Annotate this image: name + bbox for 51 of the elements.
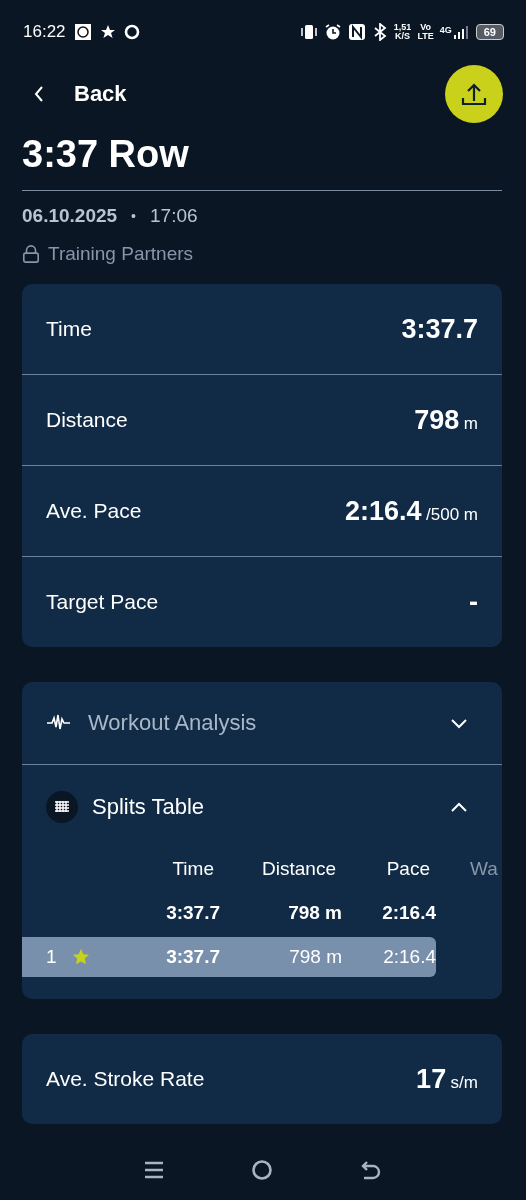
- share-button[interactable]: [445, 65, 503, 123]
- metric-value: 2:16.4 /500 m: [345, 495, 478, 527]
- alarm-icon: [323, 23, 342, 41]
- metric-label: Ave. Stroke Rate: [46, 1067, 205, 1091]
- workout-title: 3:37 Row: [22, 132, 190, 177]
- clock-time: 16:22: [23, 22, 66, 42]
- workout-time: 17:06: [150, 205, 198, 227]
- table-cell-text: 798 m: [287, 902, 342, 924]
- star-icon: [99, 24, 116, 40]
- row-number: 1: [45, 946, 58, 968]
- metric-value: -: [469, 586, 478, 618]
- workout-date: 06.10.2025: [22, 205, 118, 227]
- nfc-icon: [347, 23, 366, 41]
- column-header[interactable]: Pace: [342, 858, 436, 880]
- home-icon[interactable]: [251, 1159, 273, 1181]
- network-type: 4G: [439, 24, 452, 35]
- metric-label: Ave. Pace: [46, 499, 142, 523]
- metric-value: 3:37.7: [401, 313, 478, 345]
- column-header[interactable]: Time: [112, 858, 220, 880]
- upload-icon: [460, 81, 488, 107]
- column-header[interactable]: Wa: [436, 858, 502, 880]
- back-button[interactable]: Back: [22, 81, 127, 107]
- accordion-header[interactable]: Workout Analysis: [22, 682, 502, 764]
- vibrate-icon: [299, 23, 318, 41]
- volte-indicator: Vo LTE: [417, 23, 434, 41]
- metric-value: 17 s/m: [416, 1063, 478, 1095]
- metric-label: Target Pace: [46, 590, 159, 614]
- battery-level: 69: [475, 24, 504, 40]
- metric-label: Time: [46, 317, 92, 341]
- column-header[interactable]: Distance: [220, 858, 342, 880]
- menu-icon[interactable]: [143, 1160, 164, 1180]
- table-cell-text: 3:37.7: [165, 902, 220, 924]
- separator-dot: •: [131, 208, 136, 224]
- lock-icon: [22, 244, 40, 264]
- table-cell-text: 798 m: [288, 946, 342, 968]
- metric-label: Distance: [46, 408, 128, 432]
- visibility-label: Training Partners: [48, 243, 194, 265]
- app-notification-icon: [73, 23, 92, 41]
- table-cell-text: 2:16.4: [382, 946, 436, 968]
- table-cell-text: 3:37.7: [165, 946, 220, 968]
- chevron-left-icon: [34, 85, 44, 103]
- metric-value: 798 m: [414, 404, 478, 436]
- ring-icon: [123, 24, 140, 40]
- network-speed: 1,51 K/S: [393, 23, 412, 41]
- table-cell-text: 2:16.4: [381, 902, 436, 924]
- signal-icon: [451, 24, 470, 40]
- table-icon: [46, 791, 78, 823]
- chevron-down-icon: [450, 717, 468, 729]
- chevron-up-icon: [450, 801, 468, 813]
- back-icon[interactable]: [360, 1160, 383, 1180]
- accordion-header[interactable]: Splits Table: [22, 765, 502, 849]
